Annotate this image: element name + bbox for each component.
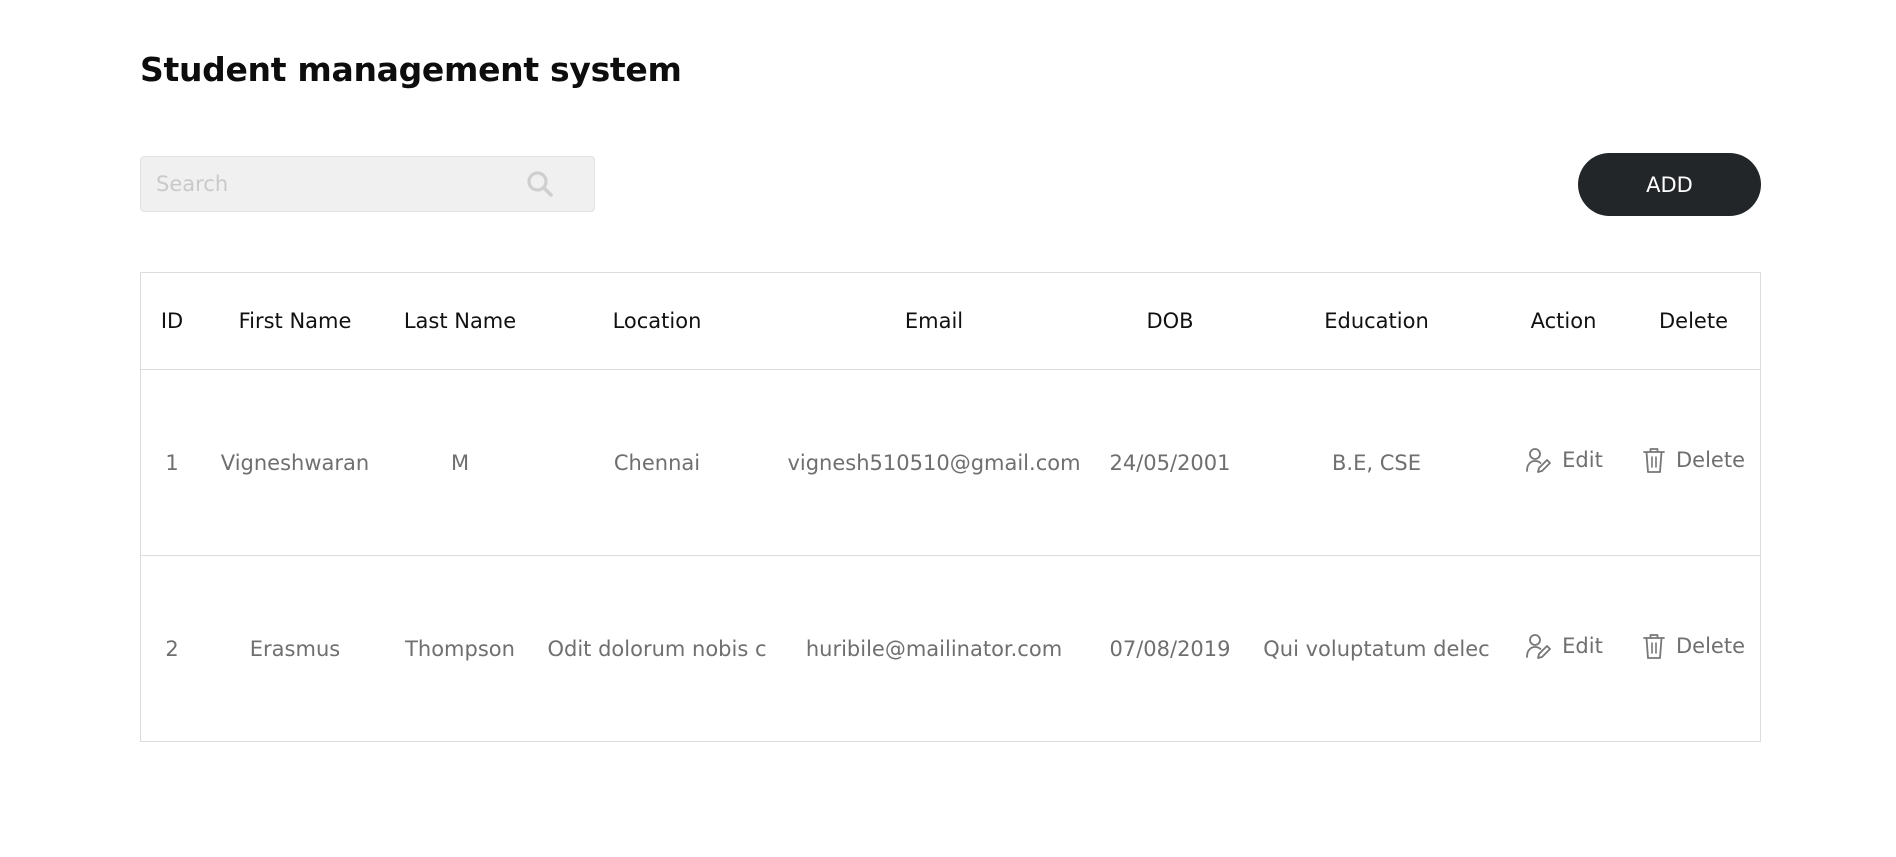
table-row: 2 Erasmus Thompson Odit dolorum nobis c … [141,555,1760,741]
delete-button[interactable]: Delete [1642,632,1745,660]
cell-dob: 24/05/2001 [1109,450,1231,475]
delete-label: Delete [1676,448,1745,472]
edit-button[interactable]: Edit [1524,446,1603,474]
cell-delete: Delete [1627,370,1760,556]
column-header-last-name: Last Name [387,273,533,370]
trash-icon [1642,632,1666,660]
column-header-email: Email [781,273,1087,370]
cell-action: Edit [1500,555,1627,741]
search-icon[interactable] [524,168,556,200]
cell-location: Odit dolorum nobis c [533,555,781,741]
cell-email: vignesh510510@gmail.com [787,450,1081,475]
cell-dob: 07/08/2019 [1087,555,1253,741]
cell-last-name: Thompson [387,555,533,741]
edit-button[interactable]: Edit [1524,632,1603,660]
page: Student management system ADD [0,0,1896,857]
cell-id: 2 [141,555,203,741]
table-row: 1 Vigneshwaran M Chennai vignesh510510@g… [141,370,1760,556]
search-input[interactable] [141,157,524,211]
edit-label: Edit [1562,448,1603,472]
column-header-first-name: First Name [203,273,387,370]
cell-delete: Delete [1627,555,1760,741]
column-header-delete: Delete [1627,273,1760,370]
cell-action: Edit [1500,370,1627,556]
user-edit-icon [1524,446,1552,474]
column-header-location: Location [533,273,781,370]
cell-location: Chennai [613,450,701,475]
column-header-id: ID [141,273,203,370]
delete-label: Delete [1676,634,1745,658]
trash-icon [1642,446,1666,474]
students-table: ID First Name Last Name Location Email D… [140,272,1761,742]
cell-id: 1 [165,450,179,475]
search-box [140,156,595,212]
edit-label: Edit [1562,634,1603,658]
cell-email: huribile@mailinator.com [781,555,1087,741]
page-title: Student management system [140,50,682,89]
cell-education: B.E, CSE [1332,450,1421,475]
cell-first-name: Erasmus [203,555,387,741]
add-button[interactable]: ADD [1578,153,1761,216]
delete-button[interactable]: Delete [1642,446,1745,474]
column-header-dob: DOB [1087,273,1253,370]
column-header-education: Education [1253,273,1500,370]
cell-last-name: M [450,450,470,475]
table-header-row: ID First Name Last Name Location Email D… [141,273,1760,370]
cell-education: Qui voluptatum delec [1253,555,1500,741]
user-edit-icon [1524,632,1552,660]
cell-first-name: Vigneshwaran [220,450,370,475]
column-header-action: Action [1500,273,1627,370]
